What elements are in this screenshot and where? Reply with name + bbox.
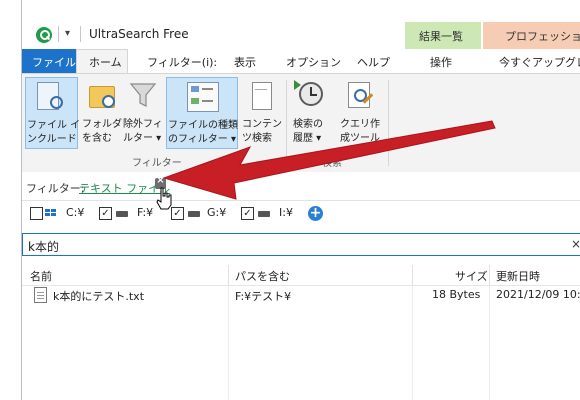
annotation-arrow: [162, 120, 496, 200]
hand-cursor-icon: [156, 187, 172, 210]
